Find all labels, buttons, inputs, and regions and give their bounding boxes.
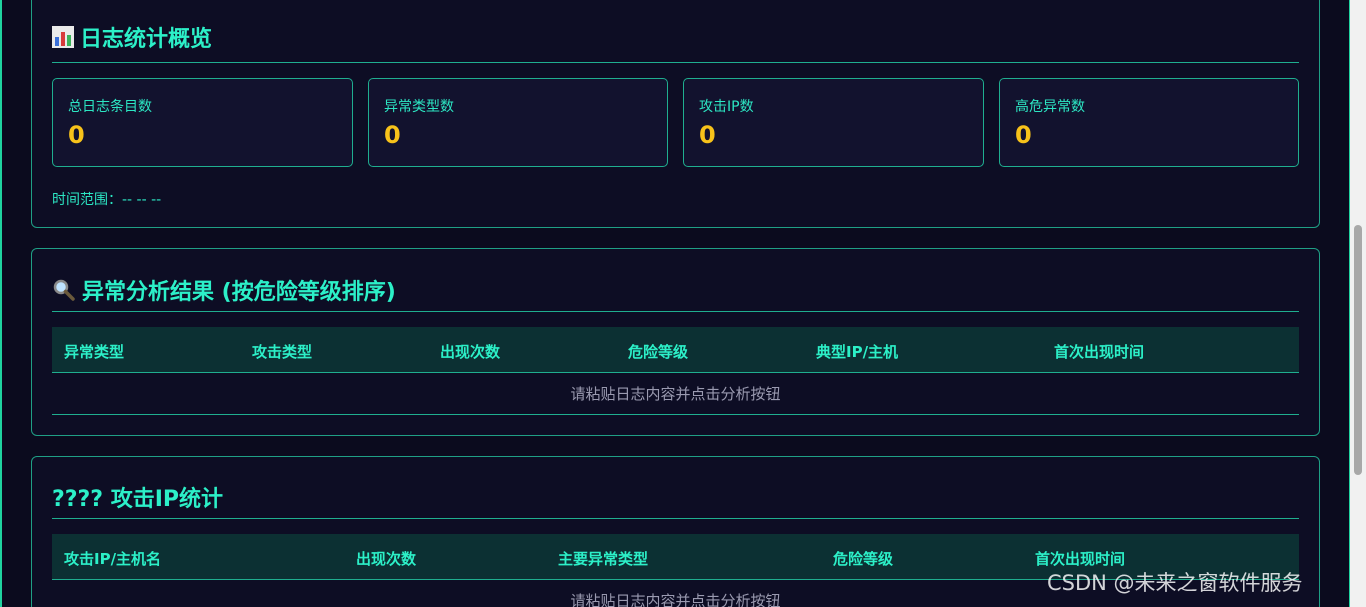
column-header: 典型IP/主机	[816, 343, 899, 361]
column-header: 危险等级	[833, 550, 894, 568]
empty-state-row: 请粘贴日志内容并点击分析按钮	[52, 373, 1299, 415]
stat-label: 攻击IP数	[699, 99, 754, 115]
page-border	[0, 0, 2, 607]
overview-title: 日志统计概览	[52, 21, 212, 54]
divider	[52, 518, 1299, 519]
anomaly-title: 异常分析结果 (按危险等级排序)	[52, 274, 396, 308]
column-header: 攻击类型	[252, 343, 313, 361]
column-header: 主要异常类型	[558, 550, 649, 568]
magnifier-icon	[52, 278, 76, 308]
stat-label: 高危异常数	[1015, 99, 1085, 115]
anomaly-title-text: 异常分析结果 (按危险等级排序)	[82, 280, 396, 305]
ip-stats-title: ???? 攻击IP统计	[52, 487, 224, 512]
divider	[52, 62, 1299, 63]
anomaly-panel: 异常分析结果 (按危险等级排序) 异常类型 攻击类型 出现次数 危险等级 典型I…	[31, 248, 1320, 436]
column-header: 首次出现时间	[1035, 550, 1126, 568]
column-header: 首次出现时间	[1054, 343, 1145, 361]
vertical-scrollbar[interactable]	[1350, 0, 1366, 607]
anomaly-table-header: 异常类型 攻击类型 出现次数 危险等级 典型IP/主机 首次出现时间	[52, 327, 1299, 373]
column-header: 异常类型	[64, 343, 125, 361]
overview-title-text: 日志统计概览	[80, 27, 213, 52]
stat-value: 0	[384, 121, 401, 149]
stat-card-total-logs: 总日志条目数 0	[52, 78, 353, 167]
stat-value: 0	[1015, 121, 1032, 149]
stat-card-high-risk: 高危异常数 0	[999, 78, 1299, 167]
stat-card-anomaly-types: 异常类型数 0	[368, 78, 668, 167]
column-header: 出现次数	[440, 343, 501, 361]
column-header: 出现次数	[356, 550, 417, 568]
time-range: 时间范围：-- -- --	[52, 192, 162, 208]
stat-value: 0	[699, 121, 716, 149]
watermark: CSDN @未来之窗软件服务	[1047, 571, 1303, 595]
stat-value: 0	[68, 121, 85, 149]
bar-chart-icon	[52, 26, 74, 54]
scrollbar-thumb[interactable]	[1354, 225, 1362, 475]
divider	[52, 311, 1299, 312]
overview-panel: 日志统计概览 总日志条目数 0 异常类型数 0 攻击IP数 0 高危异常数 0 …	[31, 0, 1320, 228]
column-header: 攻击IP/主机名	[64, 550, 162, 568]
column-header: 危险等级	[628, 343, 689, 361]
stat-card-attack-ips: 攻击IP数 0	[683, 78, 984, 167]
stat-label: 总日志条目数	[68, 99, 152, 115]
stat-label: 异常类型数	[384, 99, 454, 115]
